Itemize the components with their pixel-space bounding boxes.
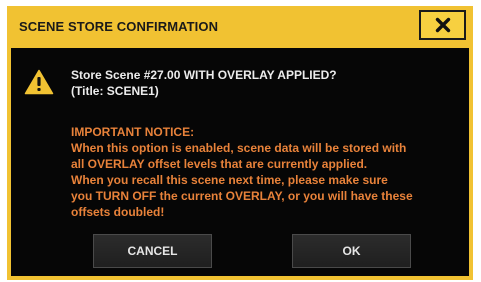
message-line: Store Scene #27.00 WITH OVERLAY APPLIED? [71, 68, 337, 82]
confirmation-message: Store Scene #27.00 WITH OVERLAY APPLIED?… [71, 67, 337, 99]
notice-line: When this option is enabled, scene data … [71, 141, 407, 155]
dialog-body: Store Scene #27.00 WITH OVERLAY APPLIED?… [11, 48, 469, 276]
dialog-title-bar: SCENE STORE CONFIRMATION [7, 6, 473, 46]
important-notice: IMPORTANT NOTICE: When this option is en… [71, 124, 413, 220]
ok-button-label: OK [342, 244, 361, 258]
notice-line: all OVERLAY offset levels that are curre… [71, 157, 368, 171]
warning-icon [24, 69, 54, 95]
dialog-title: SCENE STORE CONFIRMATION [19, 19, 219, 34]
notice-heading: IMPORTANT NOTICE: [71, 125, 195, 139]
ok-button[interactable]: OK [292, 234, 411, 268]
close-icon [435, 17, 450, 33]
scene-store-dialog: SCENE STORE CONFIRMATION Store Scene #27… [7, 6, 473, 280]
notice-line: you TURN OFF the current OVERLAY, or you… [71, 189, 413, 203]
notice-line: When you recall this scene next time, pl… [71, 173, 388, 187]
cancel-button-label: CANCEL [127, 244, 178, 258]
close-button[interactable] [419, 10, 466, 40]
scene-title-line: (Title: SCENE1) [71, 84, 159, 98]
notice-line: offsets doubled! [71, 205, 165, 219]
cancel-button[interactable]: CANCEL [93, 234, 212, 268]
